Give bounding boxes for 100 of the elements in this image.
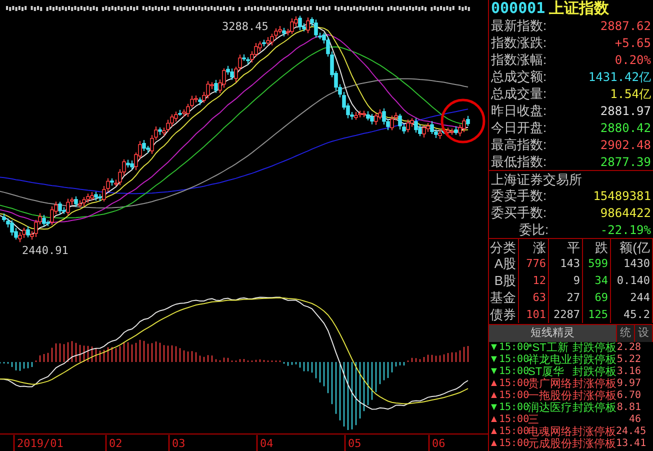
alert-event: 封涨停板 <box>572 426 616 438</box>
table-cell: 45.2 <box>611 306 653 323</box>
stock-name: *ST工新 <box>528 342 568 354</box>
table-cell: 776 <box>519 255 549 272</box>
down-arrow-icon: ▼ <box>489 367 498 377</box>
field-value: 0.20% <box>614 54 651 66</box>
alert-value: 9.97 <box>616 379 641 389</box>
alert-row[interactable]: ▲15:00贵广网络封涨停板9.97 <box>489 378 653 390</box>
up-arrow-icon: ▲ <box>489 439 498 449</box>
column-header: 跌 <box>583 239 611 255</box>
field-value: 1431.42亿 <box>588 70 651 82</box>
column-header: 分类 <box>489 239 519 255</box>
stock-name: 元成股份 <box>528 438 572 450</box>
low-price-label: 2440.91 <box>22 244 68 257</box>
panel-tab[interactable]: 设 <box>635 325 653 342</box>
field-label: 最低指数: <box>491 155 547 168</box>
up-arrow-icon: ▲ <box>489 379 498 389</box>
panel-tab[interactable]: 统 <box>617 325 635 342</box>
alert-value: 6.70 <box>616 391 641 401</box>
field-label: 总成交额: <box>491 70 547 83</box>
alert-row[interactable]: ▲15:00元成股份封涨停板13.41 <box>489 438 653 450</box>
alert-time: 15:00 <box>498 403 528 413</box>
stock-name: 祥龙电业 <box>528 354 572 366</box>
index-name: 上证指数 <box>549 1 610 16</box>
alert-row[interactable]: ▼15:00祥龙电业封跌停板5.22 <box>489 354 653 366</box>
field-label: 委买手数: <box>491 206 547 219</box>
date-axis-label: 03 <box>172 437 186 450</box>
alert-time: 15:00 <box>498 379 528 389</box>
alert-value: 24.45 <box>616 427 646 437</box>
alert-value: 2.28 <box>616 343 641 353</box>
date-axis-label: 2019/01 <box>17 437 64 450</box>
alert-value: 46 <box>628 415 641 425</box>
table-cell: 69 <box>583 289 611 306</box>
stock-name: 电魂网络 <box>528 426 572 438</box>
field-label: 指数涨幅: <box>491 53 547 66</box>
high-price-label: 3288.45 <box>222 20 268 33</box>
alert-time: 15:00 <box>498 367 528 377</box>
table-cell: 债券 <box>489 306 519 323</box>
stock-name: 润达医疗 <box>528 402 572 414</box>
alert-event: 封涨停板 <box>572 378 617 390</box>
stock-name: 贵广网络 <box>528 378 572 390</box>
alert-row[interactable]: ▼15:00*ST工新 封跌停板2.28 <box>489 342 653 354</box>
table-cell: 125 <box>583 306 611 323</box>
down-arrow-icon: ▼ <box>489 403 498 413</box>
field-value: 2881.97 <box>600 104 651 116</box>
table-cell: 12 <box>519 272 549 289</box>
table-cell: 599 <box>583 255 611 272</box>
date-axis-label: 05 <box>348 437 362 450</box>
table-cell: 0.140 <box>611 272 653 289</box>
alert-row[interactable]: ▼15:00ST厦华 封跌停板3.16 <box>489 366 653 378</box>
alert-event: 封跌停板 <box>572 342 617 354</box>
alert-row[interactable]: ▲15:00一拖股份封涨停板6.70 <box>489 390 653 402</box>
up-arrow-icon: ▲ <box>489 427 498 437</box>
alert-time: 15:00 <box>498 427 528 437</box>
table-cell: B股 <box>489 272 519 289</box>
table-cell: 34 <box>583 272 611 289</box>
alert-event: 封跌停板 <box>572 354 617 366</box>
table-cell: 63 <box>519 289 549 306</box>
alert-event: 封涨停板 <box>572 390 617 402</box>
up-arrow-icon: ▲ <box>489 415 498 425</box>
date-axis-label: 06 <box>432 437 446 450</box>
panel-tab[interactable]: 短线精灵 <box>489 325 617 342</box>
field-value: 2887.62 <box>600 20 651 32</box>
field-value: +5.65 <box>614 36 651 48</box>
field-label: 委比: <box>518 223 549 236</box>
field-value: 9864422 <box>600 206 651 218</box>
field-label: 总成交量: <box>491 87 547 100</box>
field-label: 最新指数: <box>491 19 547 32</box>
table-cell: 1430 <box>611 255 653 272</box>
alert-row[interactable]: ▼15:00润达医疗封跌停板8.81 <box>489 402 653 414</box>
alert-time: 15:00 <box>498 391 528 401</box>
alert-value: 8.81 <box>616 403 641 413</box>
alert-event: 封跌停板 <box>572 366 617 378</box>
alert-event: 封跌停板 <box>572 402 617 414</box>
exchange-name: 上海证券交易所 <box>489 170 653 187</box>
alert-time: 15:00 <box>498 343 528 353</box>
column-header: 额(亿 <box>611 239 653 255</box>
table-cell: 101 <box>519 306 549 323</box>
down-arrow-icon: ▼ <box>489 343 498 353</box>
alert-value: 3.16 <box>616 367 641 377</box>
table-cell: 244 <box>611 289 653 306</box>
field-value: 2880.42 <box>600 122 651 134</box>
table-cell: 2287 <box>549 306 583 323</box>
stock-name: ST厦华 <box>528 366 566 378</box>
field-label: 今日开盘: <box>491 121 547 134</box>
alert-row[interactable]: ▲15:00电魂网络封涨停板24.45 <box>489 426 653 438</box>
alert-row[interactable]: ▲15:00三 46 <box>489 414 653 426</box>
alert-time: 15:00 <box>498 355 528 365</box>
date-axis-label: 04 <box>260 437 274 450</box>
alert-value: 5.22 <box>616 355 641 365</box>
down-arrow-icon: ▼ <box>489 355 498 365</box>
alert-time: 15:00 <box>498 439 528 449</box>
field-label: 最高指数: <box>491 138 547 151</box>
stock-code: 000001 <box>491 1 546 16</box>
field-label: 指数涨跌: <box>491 36 547 49</box>
table-cell: 9 <box>549 272 583 289</box>
up-arrow-icon: ▲ <box>489 391 498 401</box>
date-axis-label: 02 <box>109 437 122 450</box>
alert-value: 13.41 <box>616 439 646 449</box>
column-header: 涨 <box>519 239 549 255</box>
